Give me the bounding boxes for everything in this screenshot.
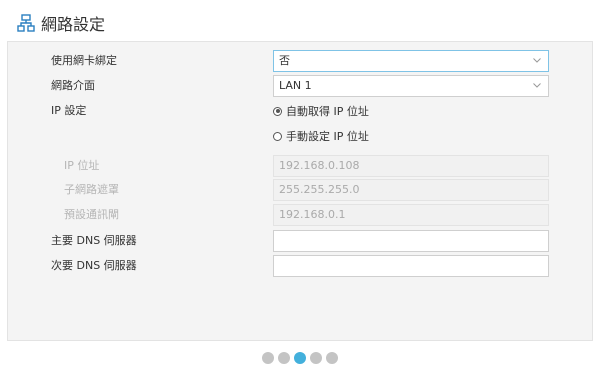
page-title: 網路設定 bbox=[41, 15, 106, 34]
page-header: 網路設定 bbox=[17, 11, 105, 35]
radio-manual-ip[interactable]: 手動設定 IP 位址 bbox=[273, 126, 369, 146]
radio-checked-icon bbox=[273, 106, 282, 116]
primary-dns-label: 主要 DNS 伺服器 bbox=[51, 234, 137, 247]
bind-nic-value: 否 bbox=[279, 54, 290, 67]
subnet-input[interactable]: 255.255.255.0 bbox=[273, 179, 549, 201]
gateway-value: 192.168.0.1 bbox=[279, 208, 346, 221]
bind-nic-label: 使用網卡綁定 bbox=[51, 54, 117, 67]
page-dot-1[interactable] bbox=[262, 352, 274, 364]
secondary-dns-input[interactable] bbox=[273, 255, 549, 277]
row-bind-nic: 使用網卡綁定 否 bbox=[8, 50, 592, 72]
row-interface: 網路介面 LAN 1 bbox=[8, 75, 592, 97]
radio-manual-ip-label: 手動設定 IP 位址 bbox=[286, 130, 369, 143]
row-subnet: 子網路遮罩 255.255.255.0 bbox=[8, 179, 592, 201]
subnet-value: 255.255.255.0 bbox=[279, 183, 360, 196]
interface-value: LAN 1 bbox=[279, 79, 312, 92]
gateway-input[interactable]: 192.168.0.1 bbox=[273, 204, 549, 226]
ip-address-label: IP 位址 bbox=[64, 159, 100, 172]
gateway-label: 預設通訊閘 bbox=[64, 208, 119, 221]
radio-unchecked-icon bbox=[273, 131, 282, 141]
row-ip-manual: 手動設定 IP 位址 bbox=[8, 126, 592, 146]
page-dot-5[interactable] bbox=[326, 352, 338, 364]
page-dot-4[interactable] bbox=[310, 352, 322, 364]
ip-address-value: 192.168.0.108 bbox=[279, 159, 360, 172]
ip-address-input[interactable]: 192.168.0.108 bbox=[273, 155, 549, 177]
row-ip-setting: IP 設定 自動取得 IP 位址 bbox=[8, 101, 592, 121]
row-ip-address: IP 位址 192.168.0.108 bbox=[8, 155, 592, 177]
page-dot-2[interactable] bbox=[278, 352, 290, 364]
radio-auto-ip-label: 自動取得 IP 位址 bbox=[286, 105, 369, 118]
page-dot-3-active[interactable] bbox=[294, 352, 306, 364]
ip-setting-label: IP 設定 bbox=[51, 104, 87, 117]
row-primary-dns: 主要 DNS 伺服器 bbox=[8, 230, 592, 252]
network-icon bbox=[17, 14, 35, 32]
chevron-down-icon bbox=[533, 83, 541, 88]
chevron-down-icon bbox=[533, 58, 541, 63]
interface-select[interactable]: LAN 1 bbox=[273, 75, 549, 97]
row-secondary-dns: 次要 DNS 伺服器 bbox=[8, 255, 592, 277]
settings-panel: 使用網卡綁定 否 網路介面 LAN 1 IP 設定 自動取得 IP 位址 手動設… bbox=[7, 41, 593, 341]
subnet-label: 子網路遮罩 bbox=[64, 183, 119, 196]
row-gateway: 預設通訊閘 192.168.0.1 bbox=[8, 204, 592, 226]
bind-nic-select[interactable]: 否 bbox=[273, 50, 549, 72]
page-indicator bbox=[0, 352, 600, 364]
primary-dns-input[interactable] bbox=[273, 230, 549, 252]
interface-label: 網路介面 bbox=[51, 79, 95, 92]
secondary-dns-label: 次要 DNS 伺服器 bbox=[51, 259, 137, 272]
radio-auto-ip[interactable]: 自動取得 IP 位址 bbox=[273, 101, 369, 121]
